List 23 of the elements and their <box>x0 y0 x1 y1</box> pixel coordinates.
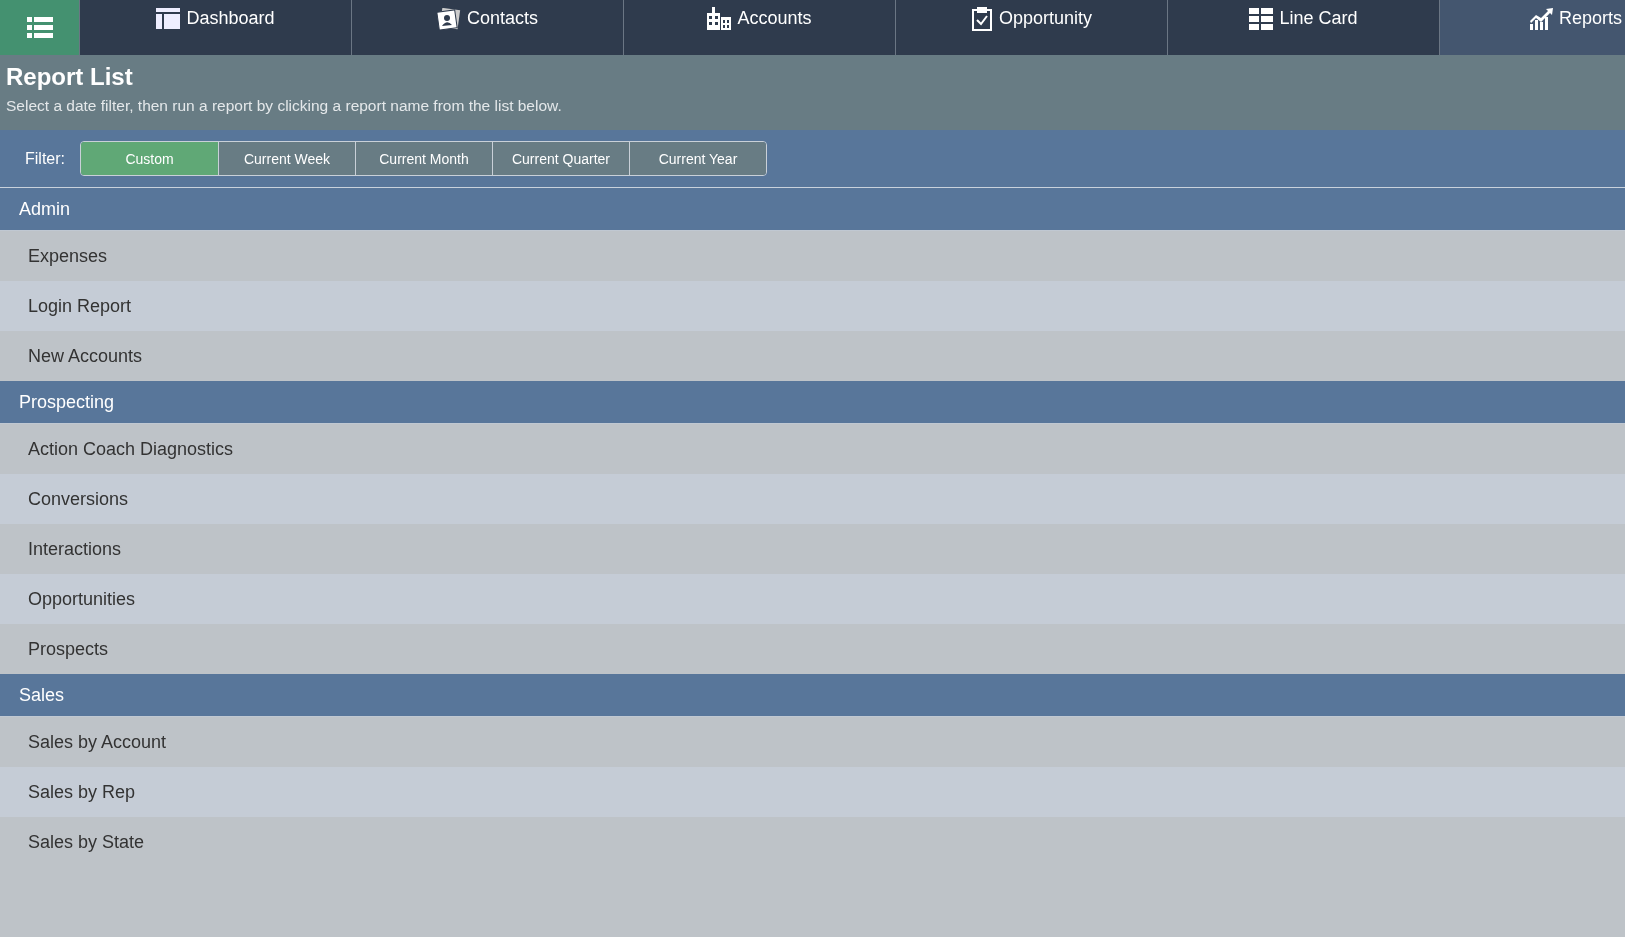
page-subtitle: Select a date filter, then run a report by clicking a report name from the list below. <box>6 97 563 115</box>
page-title: Report List <box>6 63 134 91</box>
nav-tab[interactable]: Reports <box>1439 0 1625 55</box>
report-link[interactable]: Login Report <box>0 281 1625 331</box>
grid-icon <box>1249 7 1274 30</box>
report-link[interactable]: Sales by Rep <box>0 767 1625 817</box>
filter-option[interactable]: Current Quarter <box>492 142 629 175</box>
report-link[interactable]: Conversions <box>0 474 1625 524</box>
report-link[interactable]: Opportunities <box>0 574 1625 624</box>
filter-option[interactable]: Current Year <box>629 142 766 175</box>
group-header: Sales <box>0 674 1625 717</box>
filter-label: Filter: <box>25 149 65 168</box>
group-header: Prospecting <box>0 381 1625 424</box>
clipboard-check-icon <box>970 6 993 31</box>
menu-icon <box>26 16 53 39</box>
dashboard-icon <box>156 8 181 29</box>
menu-button[interactable] <box>0 0 79 55</box>
group-header: Admin <box>0 188 1625 231</box>
rising-chart-icon <box>1529 7 1553 30</box>
contact-card-icon <box>436 7 461 30</box>
buildings-icon <box>707 7 732 30</box>
filter-option[interactable]: Current Week <box>218 142 355 175</box>
filter-option[interactable]: Current Month <box>355 142 492 175</box>
